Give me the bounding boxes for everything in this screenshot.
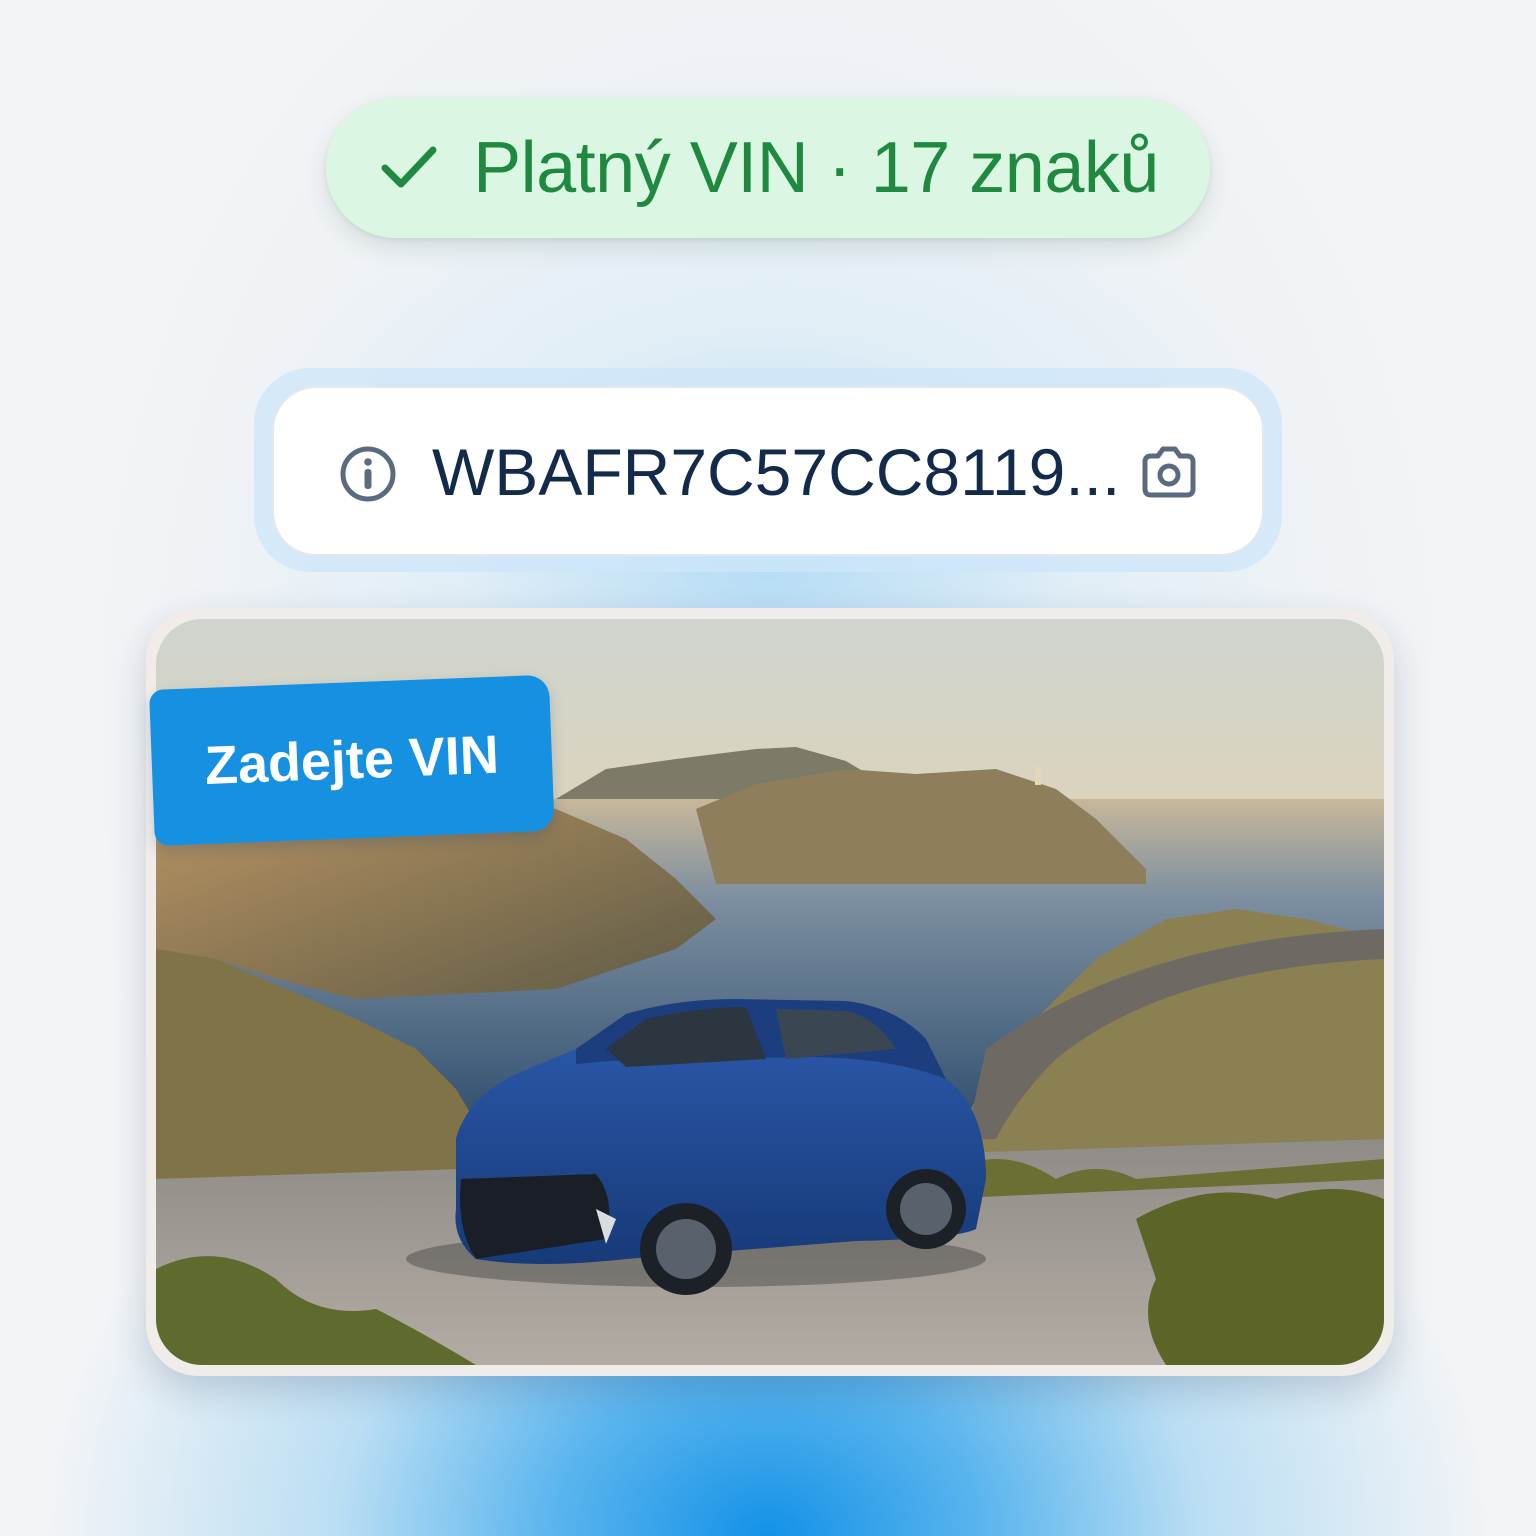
- enter-vin-badge[interactable]: Zadejte VIN: [149, 674, 555, 846]
- check-icon: [377, 136, 441, 200]
- camera-icon[interactable]: [1136, 440, 1202, 506]
- vin-validation-text: Platný VIN · 17 znaků: [473, 128, 1159, 208]
- vin-input-field[interactable]: WBAFR7C57CC8119...: [272, 386, 1264, 556]
- vin-validation-badge: Platný VIN · 17 znaků: [326, 98, 1210, 238]
- vin-input-value[interactable]: WBAFR7C57CC8119...: [432, 430, 1132, 514]
- info-icon[interactable]: [338, 444, 398, 504]
- enter-vin-label: Zadejte VIN: [203, 724, 500, 796]
